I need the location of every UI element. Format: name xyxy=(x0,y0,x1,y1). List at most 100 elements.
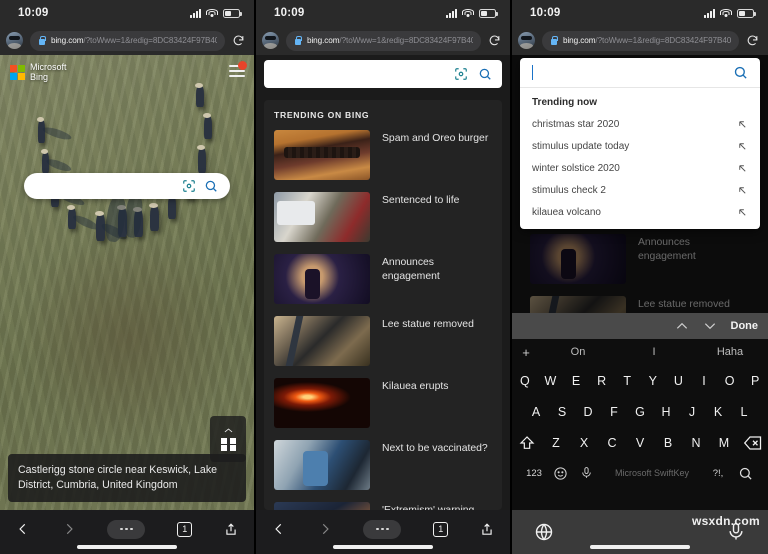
url-bar[interactable]: bing.com/?toWww=1&redig=8DC83424F97B40..… xyxy=(0,26,254,55)
key-j[interactable]: J xyxy=(679,405,705,419)
prediction-1[interactable]: On xyxy=(540,346,616,358)
forward-icon[interactable] xyxy=(62,522,76,536)
search-icon[interactable] xyxy=(733,65,748,80)
lock-icon xyxy=(38,36,46,46)
hero-search-box[interactable] xyxy=(24,173,230,199)
key-c[interactable]: C xyxy=(598,436,626,450)
address-field[interactable]: bing.com/?toWww=1&redig=8DC83424F97B40..… xyxy=(30,30,225,51)
list-item[interactable]: Announces engagement xyxy=(264,250,502,312)
address-field[interactable]: bing.com/?toWww=1&redig=8DC83424F97B40..… xyxy=(286,30,481,51)
key-o[interactable]: O xyxy=(717,374,743,388)
key-q[interactable]: Q xyxy=(512,374,538,388)
status-clock: 10:09 xyxy=(530,7,561,19)
list-item[interactable]: Kilauea erupts xyxy=(264,374,502,436)
list-item[interactable]: Sentenced to life xyxy=(264,188,502,250)
browser-bottom-bar: 1 xyxy=(0,510,254,554)
mic-key[interactable] xyxy=(573,465,599,481)
arrow-up-left-icon[interactable] xyxy=(737,141,748,152)
key-s[interactable]: S xyxy=(549,405,575,419)
thumbnail xyxy=(274,440,370,490)
key-v[interactable]: V xyxy=(626,436,654,450)
key-e[interactable]: E xyxy=(563,374,589,388)
key-z[interactable]: Z xyxy=(542,436,570,450)
emoji-key[interactable] xyxy=(547,466,573,481)
hamburger-menu-icon[interactable] xyxy=(229,61,247,77)
shift-key[interactable] xyxy=(512,435,542,451)
chevron-up-icon[interactable] xyxy=(675,319,689,333)
status-clock: 10:09 xyxy=(274,7,305,19)
key-a[interactable]: A xyxy=(523,405,549,419)
key-d[interactable]: D xyxy=(575,405,601,419)
key-r[interactable]: R xyxy=(589,374,615,388)
avatar[interactable] xyxy=(262,32,279,49)
key-t[interactable]: T xyxy=(614,374,640,388)
list-item[interactable]: 'Extremism' warning xyxy=(264,498,502,510)
key-i[interactable]: I xyxy=(691,374,717,388)
visual-search-icon[interactable] xyxy=(182,179,196,193)
list-item[interactable]: Spam and Oreo burger xyxy=(264,126,502,188)
arrow-up-left-icon[interactable] xyxy=(737,119,748,130)
key-n[interactable]: N xyxy=(682,436,710,450)
space-key[interactable]: Microsoft SwiftKey xyxy=(599,468,705,478)
key-w[interactable]: W xyxy=(538,374,564,388)
avatar[interactable] xyxy=(518,32,535,49)
suggestion-item[interactable]: stimulus check 2 xyxy=(520,179,760,201)
arrow-up-left-icon[interactable] xyxy=(737,207,748,218)
search-icon[interactable] xyxy=(478,67,492,81)
punctuation-key[interactable]: ?!, xyxy=(705,468,731,478)
more-icon[interactable] xyxy=(363,519,402,539)
numeric-key[interactable]: 123 xyxy=(521,468,547,479)
visual-search-icon[interactable] xyxy=(454,67,468,81)
prediction-2[interactable]: I xyxy=(616,346,692,358)
feed-header: TRENDING ON BING xyxy=(274,110,370,120)
tab-count-button[interactable]: 1 xyxy=(177,521,193,537)
suggestion-item[interactable]: christmas star 2020 xyxy=(520,113,760,135)
suggestion-item[interactable]: kilauea volcano xyxy=(520,201,760,223)
key-x[interactable]: X xyxy=(570,436,598,450)
search-icon[interactable] xyxy=(204,179,218,193)
chevron-down-icon[interactable] xyxy=(703,319,717,333)
add-prediction-button[interactable]: + xyxy=(512,345,540,360)
key-k[interactable]: K xyxy=(705,405,731,419)
key-g[interactable]: G xyxy=(627,405,653,419)
avatar[interactable] xyxy=(6,32,23,49)
key-b[interactable]: B xyxy=(654,436,682,450)
keyboard-search-key[interactable] xyxy=(731,466,759,481)
key-f[interactable]: F xyxy=(601,405,627,419)
emoji-icon xyxy=(553,466,567,480)
done-button[interactable]: Done xyxy=(731,320,759,332)
prediction-3[interactable]: Haha xyxy=(692,346,768,358)
search-input[interactable] xyxy=(520,58,760,88)
reload-icon[interactable] xyxy=(488,34,501,47)
list-item[interactable]: Lee statue removed xyxy=(264,312,502,374)
keyboard-bottom-row: 123 Microsoft SwiftKey ?!, xyxy=(512,458,768,488)
key-l[interactable]: L xyxy=(731,405,757,419)
url-bar[interactable]: bing.com/?toWww=1&redig=8DC83424F97B40..… xyxy=(512,26,768,55)
browser-bottom-bar: 1 xyxy=(256,510,510,554)
suggestion-label: stimulus check 2 xyxy=(532,184,606,196)
suggestion-item[interactable]: stimulus update today xyxy=(520,135,760,157)
suggestion-item[interactable]: winter solstice 2020 xyxy=(520,157,760,179)
address-field[interactable]: bing.com/?toWww=1&redig=8DC83424F97B40..… xyxy=(542,30,739,51)
key-y[interactable]: Y xyxy=(640,374,666,388)
reload-icon[interactable] xyxy=(232,34,245,47)
globe-icon[interactable] xyxy=(534,522,554,542)
share-icon[interactable] xyxy=(480,522,494,537)
key-u[interactable]: U xyxy=(666,374,692,388)
back-icon[interactable] xyxy=(272,522,286,536)
key-m[interactable]: M xyxy=(710,436,738,450)
list-item[interactable]: Next to be vaccinated? xyxy=(264,436,502,498)
search-input[interactable] xyxy=(264,60,502,88)
back-icon[interactable] xyxy=(16,522,30,536)
tab-count-button[interactable]: 1 xyxy=(433,521,449,537)
arrow-up-left-icon[interactable] xyxy=(737,163,748,174)
forward-icon[interactable] xyxy=(318,522,332,536)
share-icon[interactable] xyxy=(224,522,238,537)
url-bar[interactable]: bing.com/?toWww=1&redig=8DC83424F97B40..… xyxy=(256,26,510,55)
reload-icon[interactable] xyxy=(746,34,759,47)
backspace-key[interactable] xyxy=(738,435,768,450)
arrow-up-left-icon[interactable] xyxy=(737,185,748,196)
key-h[interactable]: H xyxy=(653,405,679,419)
more-icon[interactable] xyxy=(107,519,146,539)
key-p[interactable]: P xyxy=(742,374,768,388)
